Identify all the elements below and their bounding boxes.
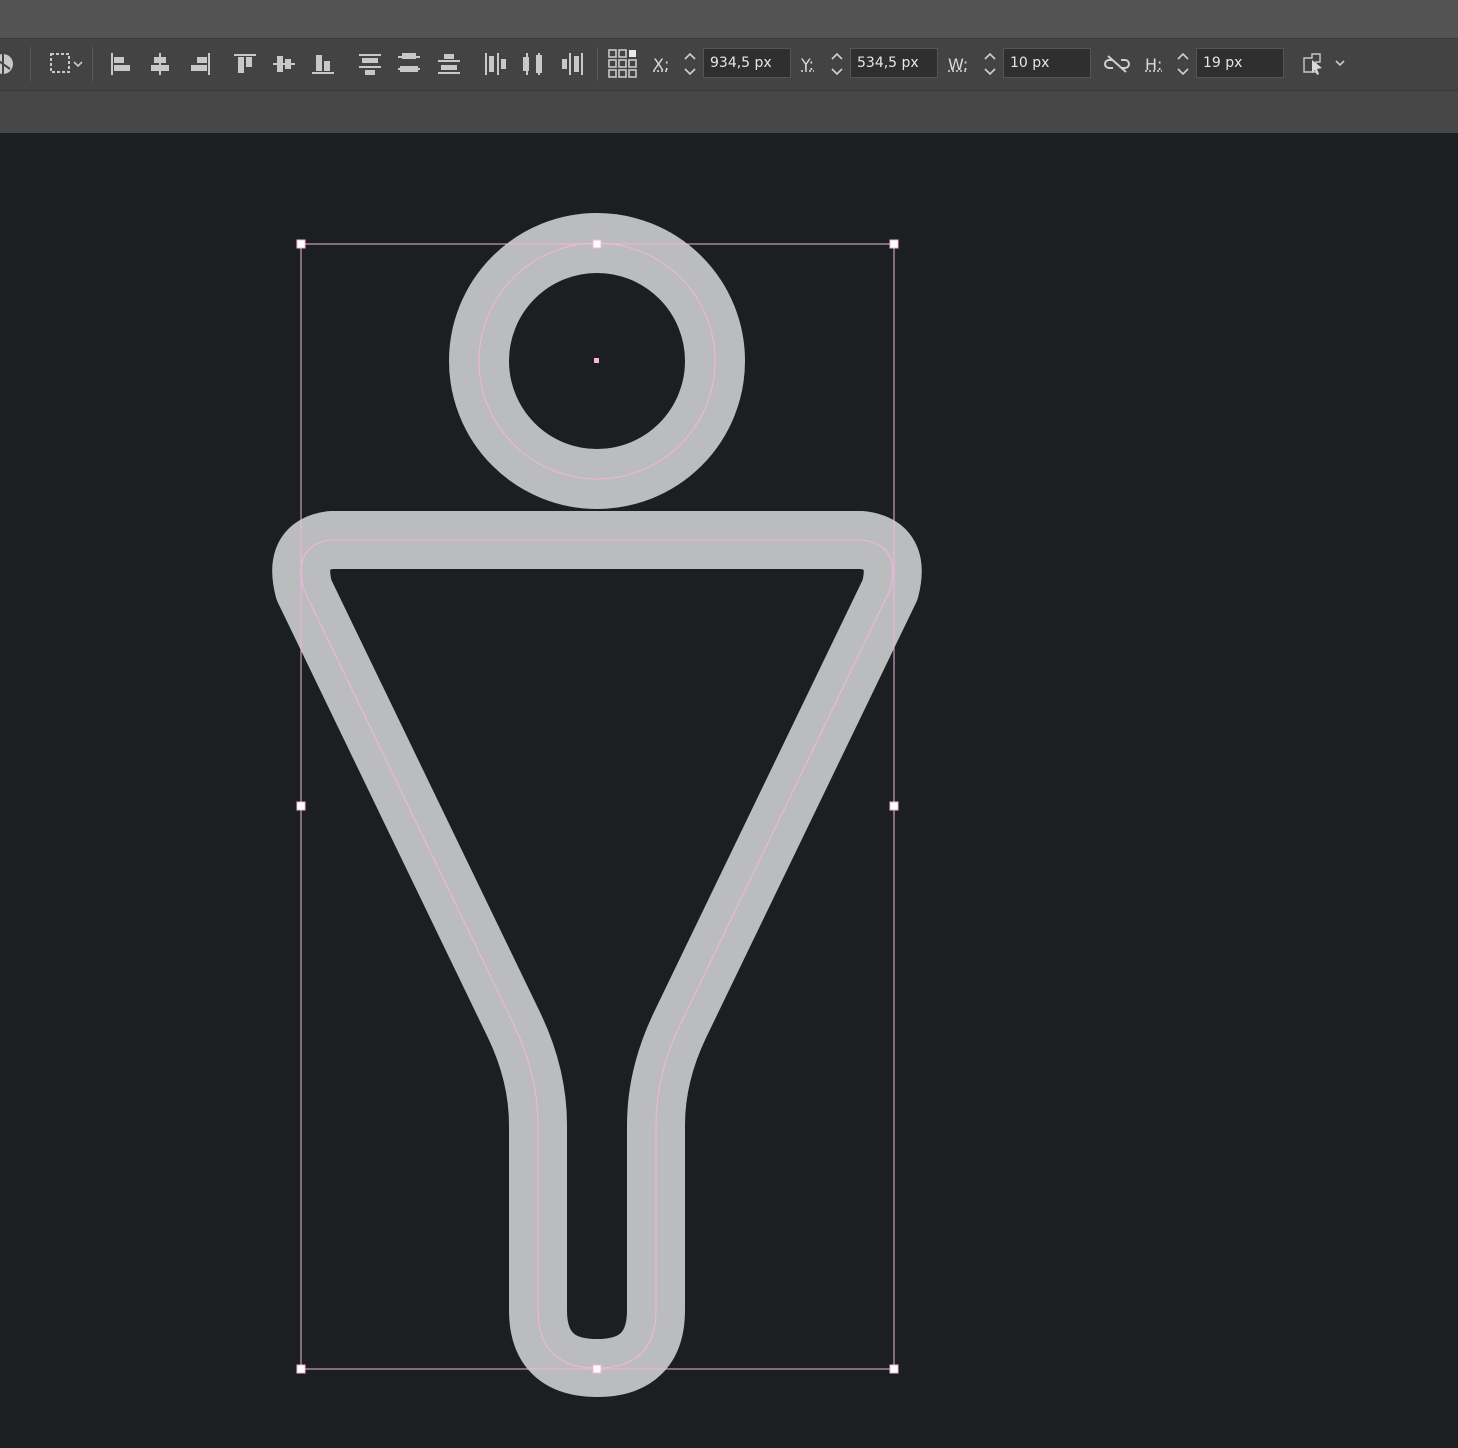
align-top-edges-icon[interactable]	[228, 45, 262, 83]
stepper-arrows-icon	[684, 52, 696, 76]
transform-handle-bottom[interactable]	[592, 1364, 602, 1374]
app-title-bar	[0, 0, 1458, 38]
align-horizontal-centers-icon[interactable]	[143, 45, 177, 83]
height-field[interactable]: 19 px	[1196, 48, 1284, 78]
distribute-bottom-icon[interactable]	[432, 45, 466, 83]
warp-transform-icon[interactable]	[1296, 45, 1350, 83]
separator	[30, 47, 31, 81]
align-left-edges-icon[interactable]	[104, 45, 138, 83]
document-canvas[interactable]	[0, 133, 1458, 1448]
stepper-arrows-icon	[1177, 52, 1189, 76]
x-stepper[interactable]	[680, 48, 700, 80]
stepper-arrows-icon	[984, 52, 996, 76]
separator	[92, 47, 93, 81]
transform-handle-left[interactable]	[296, 801, 306, 811]
options-bar: X: 934,5 px Y: 534,5 px W: 10 px H: 19 p…	[0, 38, 1458, 92]
transform-handle-top-left[interactable]	[296, 239, 306, 249]
width-field[interactable]: 10 px	[1003, 48, 1091, 78]
body-path-guide	[300, 539, 894, 1369]
y-stepper[interactable]	[827, 48, 847, 80]
w-label: W:	[948, 55, 969, 74]
h-stepper[interactable]	[1173, 48, 1193, 80]
h-label: H:	[1145, 55, 1163, 74]
unlink-icon[interactable]	[1100, 45, 1134, 83]
x-label: X:	[653, 55, 670, 74]
transform-handle-bottom-left[interactable]	[296, 1364, 306, 1374]
marquee-options-icon[interactable]	[46, 45, 88, 83]
distribute-vertical-centers-icon[interactable]	[392, 45, 426, 83]
reference-point-grid-icon[interactable]	[606, 45, 640, 83]
person-body-shape	[272, 511, 922, 1397]
x-position-field[interactable]: 934,5 px	[703, 48, 791, 78]
distribute-left-icon[interactable]	[478, 45, 512, 83]
transform-handle-bottom-right[interactable]	[889, 1364, 899, 1374]
path-operations-icon[interactable]	[0, 45, 20, 83]
align-right-edges-icon[interactable]	[183, 45, 217, 83]
stepper-arrows-icon	[831, 52, 843, 76]
align-bottom-edges-icon[interactable]	[306, 45, 340, 83]
y-position-field[interactable]: 534,5 px	[850, 48, 938, 78]
distribute-right-icon[interactable]	[556, 45, 590, 83]
separator	[597, 47, 598, 81]
transform-handle-right[interactable]	[889, 801, 899, 811]
document-tab-strip	[0, 91, 1458, 133]
y-label: Y:	[801, 55, 815, 74]
transform-handle-top[interactable]	[592, 239, 602, 249]
distribute-horizontal-centers-icon[interactable]	[517, 45, 551, 83]
w-stepper[interactable]	[980, 48, 1000, 80]
reference-point-marker[interactable]	[594, 358, 599, 363]
distribute-top-icon[interactable]	[353, 45, 387, 83]
person-shape-artwork	[272, 213, 922, 1397]
transform-handle-top-right[interactable]	[889, 239, 899, 249]
align-vertical-centers-icon[interactable]	[267, 45, 301, 83]
